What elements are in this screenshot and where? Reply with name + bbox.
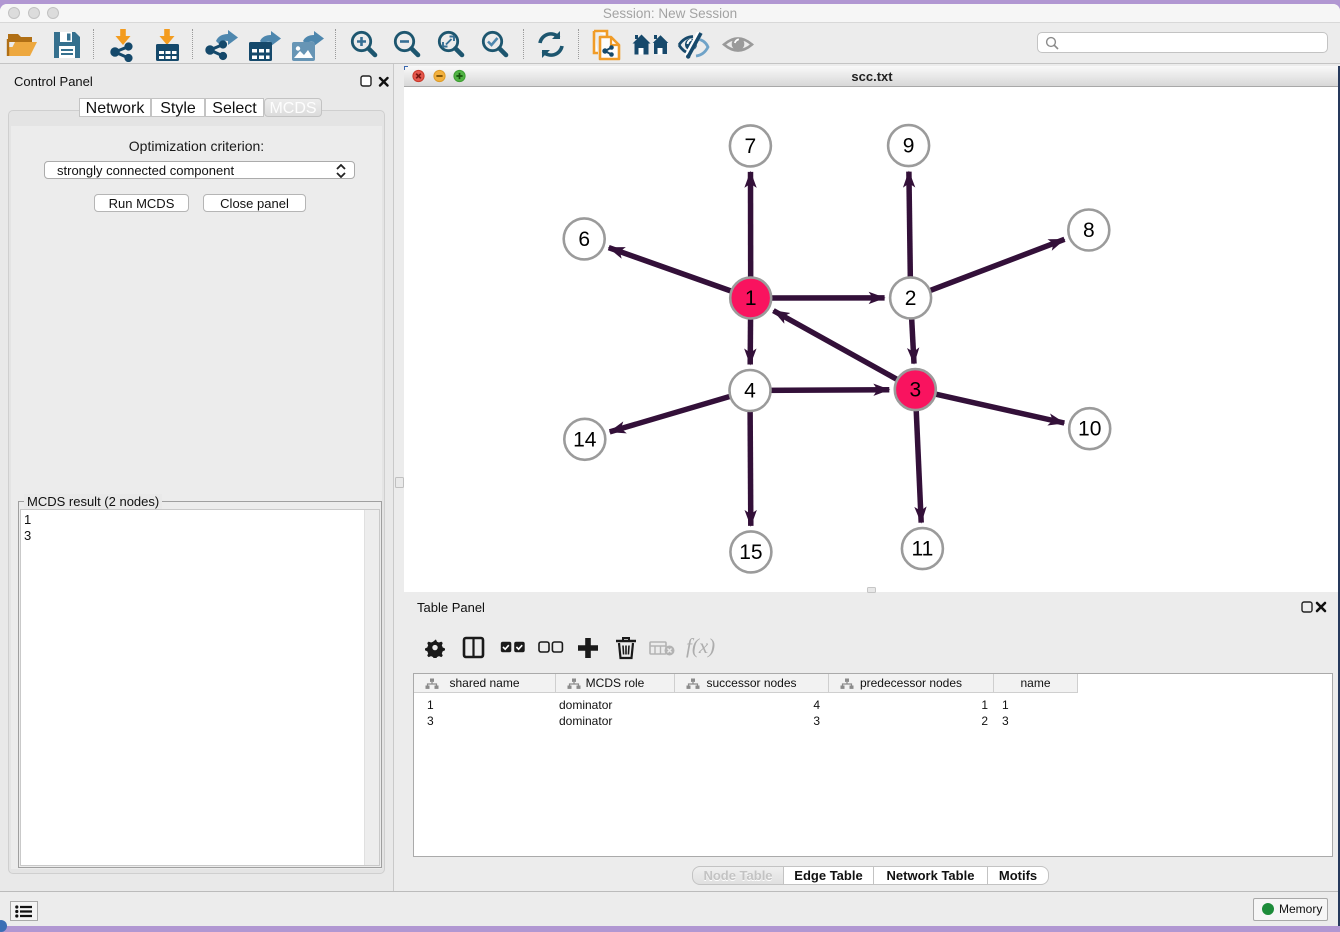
svg-text:9: 9 [903, 135, 915, 158]
svg-text:4: 4 [744, 380, 756, 403]
svg-text:11: 11 [911, 538, 933, 561]
svg-text:6: 6 [578, 228, 590, 251]
svg-text:14: 14 [573, 428, 597, 451]
svg-text:2: 2 [905, 287, 917, 310]
svg-text:7: 7 [745, 135, 757, 158]
svg-text:10: 10 [1078, 418, 1101, 441]
svg-text:3: 3 [909, 379, 921, 402]
svg-text:15: 15 [739, 541, 762, 564]
svg-text:8: 8 [1083, 219, 1095, 242]
svg-text:1: 1 [745, 287, 757, 310]
